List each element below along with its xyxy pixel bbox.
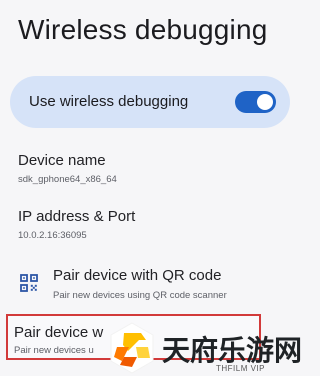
use-wireless-debugging-label: Use wireless debugging (29, 93, 189, 110)
watermark-subtext: THFILM VIP (216, 364, 266, 373)
device-name-title: Device name (18, 152, 106, 169)
qr-code-icon (20, 274, 38, 292)
device-name-value: sdk_gphone64_x86_64 (18, 174, 117, 185)
ip-address-port-title: IP address & Port (18, 208, 136, 225)
pair-device-qr-subtitle: Pair new devices using QR code scanner (53, 290, 227, 301)
pair-device-qr-row[interactable]: Pair device with QR code Pair new device… (0, 258, 300, 306)
pair-device-qr-title: Pair device with QR code (53, 267, 222, 284)
switch-thumb (257, 94, 273, 110)
watermark-logo-icon (110, 322, 154, 374)
ip-address-port-value: 10.0.2.16:36095 (18, 230, 87, 241)
watermark-text: 天府乐游网 (162, 335, 303, 366)
page-title: Wireless debugging (18, 14, 268, 45)
watermark: 天府乐游网 THFILM VIP (104, 320, 303, 376)
wireless-debugging-switch[interactable] (235, 91, 276, 113)
use-wireless-debugging-toggle-card[interactable]: Use wireless debugging (10, 76, 290, 128)
